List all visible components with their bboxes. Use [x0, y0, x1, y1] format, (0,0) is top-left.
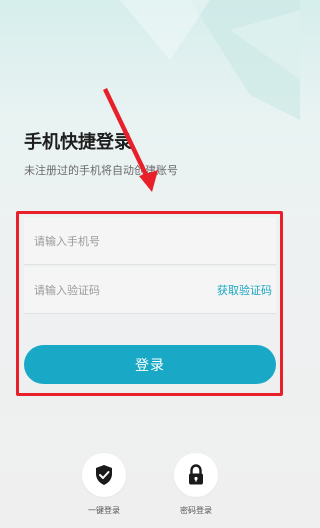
- one-key-login-icon-wrap: [82, 453, 126, 497]
- get-verification-code-link[interactable]: 获取验证码: [196, 282, 272, 298]
- divider: [24, 313, 276, 314]
- phone-input[interactable]: [24, 218, 276, 264]
- lock-icon: [189, 464, 203, 485]
- one-key-login-button[interactable]: 一键登录: [74, 453, 134, 516]
- one-key-login-label: 一键登录: [88, 506, 120, 515]
- password-login-button[interactable]: 密码登录: [166, 453, 226, 516]
- login-button[interactable]: 登录: [24, 345, 276, 384]
- divider: [24, 264, 276, 265]
- password-login-label: 密码登录: [180, 506, 212, 515]
- shield-check-icon: [96, 465, 112, 485]
- password-login-icon-wrap: [174, 453, 218, 497]
- annotation-arrow-icon: [103, 88, 158, 192]
